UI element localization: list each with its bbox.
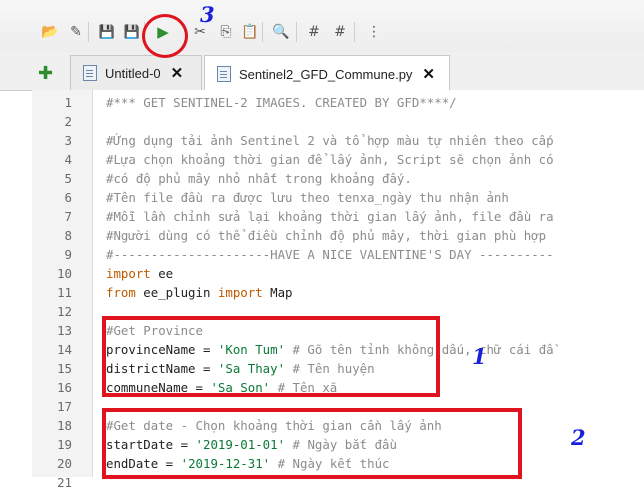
paste-icon[interactable]: 📋 [240,22,260,42]
close-tab-icon[interactable]: ✕ [171,64,184,82]
run-button-highlight-circle [142,14,188,58]
province-highlight-box [102,316,440,397]
tree-icon[interactable]: ⋮ [364,22,384,42]
code-text: #*** GET SENTINEL-2 IMAGES. CREATED BY G… [106,95,457,110]
line-number: 1 [64,95,72,110]
uncomment-icon[interactable]: # [330,22,350,42]
line-number: 14 [57,342,72,357]
code-text: #Lựa chọn khoảng thời gian để lấy ảnh, S… [106,152,554,167]
code-line: 3 #Ứng dụng tải ảnh Sentinel 2 và tổ hợp … [32,131,644,150]
line-number: 7 [64,209,72,224]
line-number: 15 [57,361,72,376]
line-number: 11 [57,285,72,300]
callout-label-2: 2 [571,425,586,450]
code-line: 5 #có độ phủ mây nhỏ nhất trong khoảng đấ… [32,169,644,188]
file-icon [83,65,97,81]
file-icon [217,66,231,82]
code-line: 10 import ee [32,264,644,283]
callout-label-3: 3 [200,2,215,27]
open-folder-icon[interactable]: 📂 [40,22,60,42]
tab-label: Sentinel2_GFD_Commune.py [239,66,413,82]
code-text: #có độ phủ mây nhỏ nhất trong khoảng đấy… [106,171,412,186]
comment-icon[interactable]: # [304,22,324,42]
callout-label-1: 1 [472,344,487,369]
date-highlight-box [102,408,522,479]
line-number: 20 [57,456,72,471]
line-number: 8 [64,228,72,243]
code-text: #Mỗi lần chỉnh sửa lại khoảng thời gian … [106,209,554,224]
code-text: #---------------------HAVE A NICE VALENT… [106,247,554,262]
edit-file-icon[interactable]: ✎ [66,22,86,42]
line-number: 10 [57,266,72,281]
line-number: 19 [57,437,72,452]
save-icon[interactable]: 💾 [97,22,117,42]
find-icon[interactable]: 🔍 [271,22,291,42]
toolbar-separator [88,22,89,42]
code-text: from ee_plugin import Map [106,285,293,300]
line-number: 21 [57,475,72,490]
line-number: 3 [64,133,72,148]
add-tab-icon[interactable]: ✚ [38,63,53,84]
code-text: #Người dùng có thể điều chỉnh độ phủ mây… [106,228,547,243]
line-number: 9 [64,247,72,262]
save-as-icon[interactable]: 💾 [122,22,142,42]
close-tab-icon[interactable]: ✕ [422,65,435,83]
code-text: #Tên file đầu ra được lưu theo tenxa_ngà… [106,190,509,205]
code-line: 4 #Lựa chọn khoảng thời gian để lấy ảnh, … [32,150,644,169]
code-text: import ee [106,266,174,281]
code-line: 6 #Tên file đầu ra được lưu theo tenxa_ng… [32,188,644,207]
copy-icon[interactable]: ⎘ [216,22,236,42]
toolbar-separator [354,22,355,42]
code-line: 7 #Mỗi lần chỉnh sửa lại khoảng thời gian… [32,207,644,226]
code-line: 9 #---------------------HAVE A NICE VALEN… [32,245,644,264]
code-line: 8 #Người dùng có thể điều chỉnh độ phủ mâ… [32,226,644,245]
code-line: 2 [32,112,644,131]
line-number: 2 [64,114,72,129]
line-number: 6 [64,190,72,205]
toolbar-separator [296,22,297,42]
toolbar: 📂 ✎ 💾 💾 ▶ ✂ ⎘ 📋 🔍 # # ⋮ [0,0,644,58]
tab-sentinel-script[interactable]: Sentinel2_GFD_Commune.py ✕ [204,55,450,92]
line-number: 13 [57,323,72,338]
line-number: 16 [57,380,72,395]
tab-label: Untitled-0 [105,65,161,81]
toolbar-separator [262,22,263,42]
line-number: 12 [57,304,72,319]
line-number: 17 [57,399,72,414]
line-number: 5 [64,171,72,186]
code-line: 11 from ee_plugin import Map [32,283,644,302]
code-text: #Ứng dụng tải ảnh Sentinel 2 và tổ hợp m… [106,133,554,148]
line-number: 4 [64,152,72,167]
tab-untitled[interactable]: Untitled-0 ✕ [70,55,202,90]
code-line: 1 #*** GET SENTINEL-2 IMAGES. CREATED BY … [32,93,644,112]
tab-bar: Untitled-0 ✕ Sentinel2_GFD_Commune.py ✕ [0,52,644,92]
line-number: 18 [57,418,72,433]
